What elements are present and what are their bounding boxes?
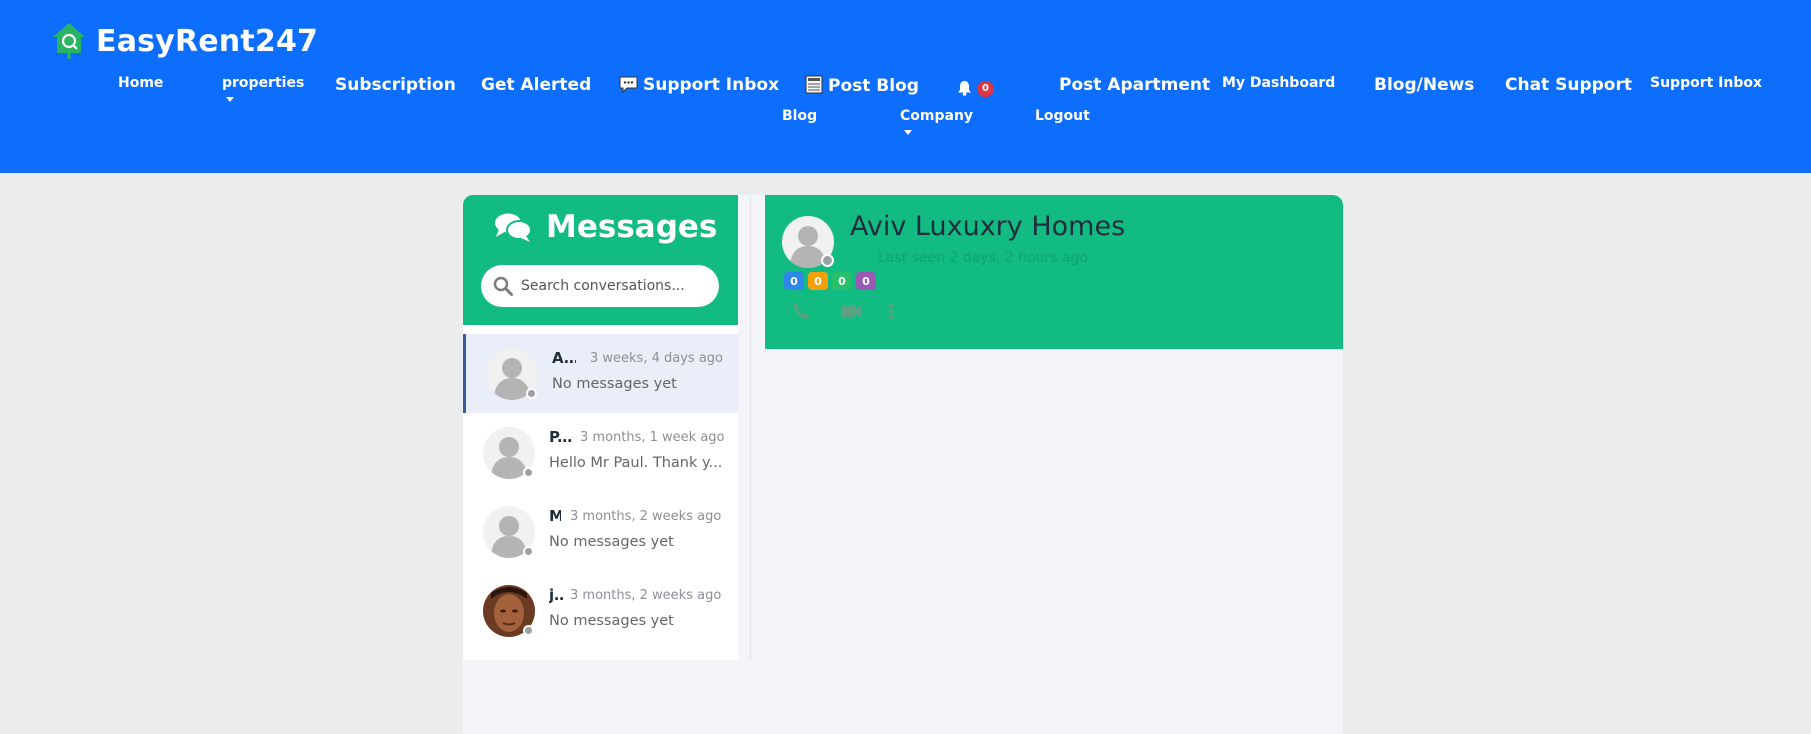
counter-badge: 0 [808, 272, 828, 290]
messages-heading: Messages [494, 209, 717, 245]
sidebar-divider [750, 195, 751, 660]
conversation-name: A... [552, 349, 576, 367]
search-input[interactable] [521, 278, 711, 294]
conversation-item[interactable]: A... 3 weeks, 4 days ago No messages yet [463, 334, 738, 413]
conversation-time: 3 months, 1 week ago [580, 430, 725, 445]
nav-support-inbox[interactable]: Support Inbox [1650, 75, 1762, 91]
offline-status-dot [523, 546, 534, 557]
conversation-item[interactable]: M 3 months, 2 weeks ago No messages yet [463, 492, 738, 571]
nav-home[interactable]: Home [118, 75, 163, 91]
conversation-preview: No messages yet [549, 534, 674, 550]
offline-status-dot [821, 254, 834, 267]
offline-status-dot [523, 625, 534, 636]
newspaper-icon [805, 75, 823, 94]
sidebar-header: Messages [463, 195, 738, 325]
video-call-button[interactable] [840, 299, 888, 323]
chat-contact-name: Aviv Luxuxry Homes [850, 211, 1126, 242]
nav-blog-news[interactable]: Blog/News [1374, 75, 1474, 95]
counter-badge: 0 [784, 272, 804, 290]
more-options-button[interactable] [888, 299, 936, 323]
nav-chat-support[interactable]: Chat Support [1505, 75, 1632, 95]
counter-badge: 0 [832, 272, 852, 290]
nav-support-inbox-chat-label: Support Inbox [643, 75, 780, 95]
conversation-item[interactable]: P... 3 months, 1 week ago Hello Mr Paul.… [463, 413, 738, 492]
comments-icon [495, 213, 532, 242]
chat-actions [792, 299, 936, 323]
counter-badges: 0 0 0 0 [784, 272, 876, 290]
nav-company[interactable]: Company [900, 108, 973, 124]
nav-post-blog[interactable]: Post Blog [805, 75, 919, 96]
brand[interactable]: EasyRent247 [52, 22, 318, 60]
conversation-preview: No messages yet [552, 376, 677, 392]
nav-my-dashboard[interactable]: My Dashboard [1222, 75, 1335, 91]
conversation-name: M [549, 507, 561, 525]
call-button[interactable] [792, 299, 840, 323]
nav-subscription[interactable]: Subscription [335, 75, 456, 95]
conversation-sidebar: Messages A... 3 weeks, 4 days ago N [463, 195, 738, 660]
conversation-preview: Hello Mr Paul. Thank y... [549, 455, 723, 471]
chat-header: Aviv Luxuxry Homes Last seen 2 days, 2 h… [765, 195, 1343, 349]
conversation-time: 3 months, 2 weeks ago [570, 588, 722, 603]
nav-get-alerted[interactable]: Get Alerted [481, 75, 591, 95]
conversation-time: 3 weeks, 4 days ago [590, 351, 723, 366]
chat-container: Messages A... 3 weeks, 4 days ago N [463, 195, 1343, 734]
search-box[interactable] [481, 265, 719, 307]
conversation-name: j.. [549, 586, 563, 604]
top-navbar: EasyRent247 Home properties Subscription… [0, 0, 1811, 173]
conversation-preview: No messages yet [549, 613, 674, 629]
conversation-time: 3 months, 2 weeks ago [570, 509, 722, 524]
nav-blog[interactable]: Blog [782, 108, 817, 124]
nav-support-inbox-chat[interactable]: Support Inbox [619, 75, 779, 95]
video-icon [841, 305, 861, 317]
search-icon [493, 276, 513, 296]
offline-status-dot [526, 388, 537, 399]
nav-logout[interactable]: Logout [1035, 108, 1090, 124]
bell-icon[interactable] [957, 80, 972, 96]
counter-badge: 0 [856, 272, 876, 290]
house-logo-icon [53, 23, 85, 59]
notification-badge: 0 [977, 81, 994, 97]
messages-title: Messages [546, 209, 718, 245]
offline-status-dot [523, 467, 534, 478]
nav-post-apartment[interactable]: Post Apartment [1059, 75, 1210, 95]
company-caret-icon[interactable] [904, 130, 912, 135]
properties-caret-icon[interactable] [226, 97, 234, 102]
nav-properties[interactable]: properties [222, 75, 304, 91]
brand-name: EasyRent247 [96, 23, 319, 59]
conversation-name: P... [549, 428, 573, 446]
phone-icon [793, 303, 809, 319]
more-vertical-icon [888, 302, 894, 320]
conversation-item[interactable]: j.. 3 months, 2 weeks ago No messages ye… [463, 571, 738, 650]
nav-post-blog-label: Post Blog [828, 76, 919, 96]
speech-bubble-icon [619, 76, 638, 93]
last-seen-text: Last seen 2 days, 2 hours ago [878, 250, 1088, 266]
